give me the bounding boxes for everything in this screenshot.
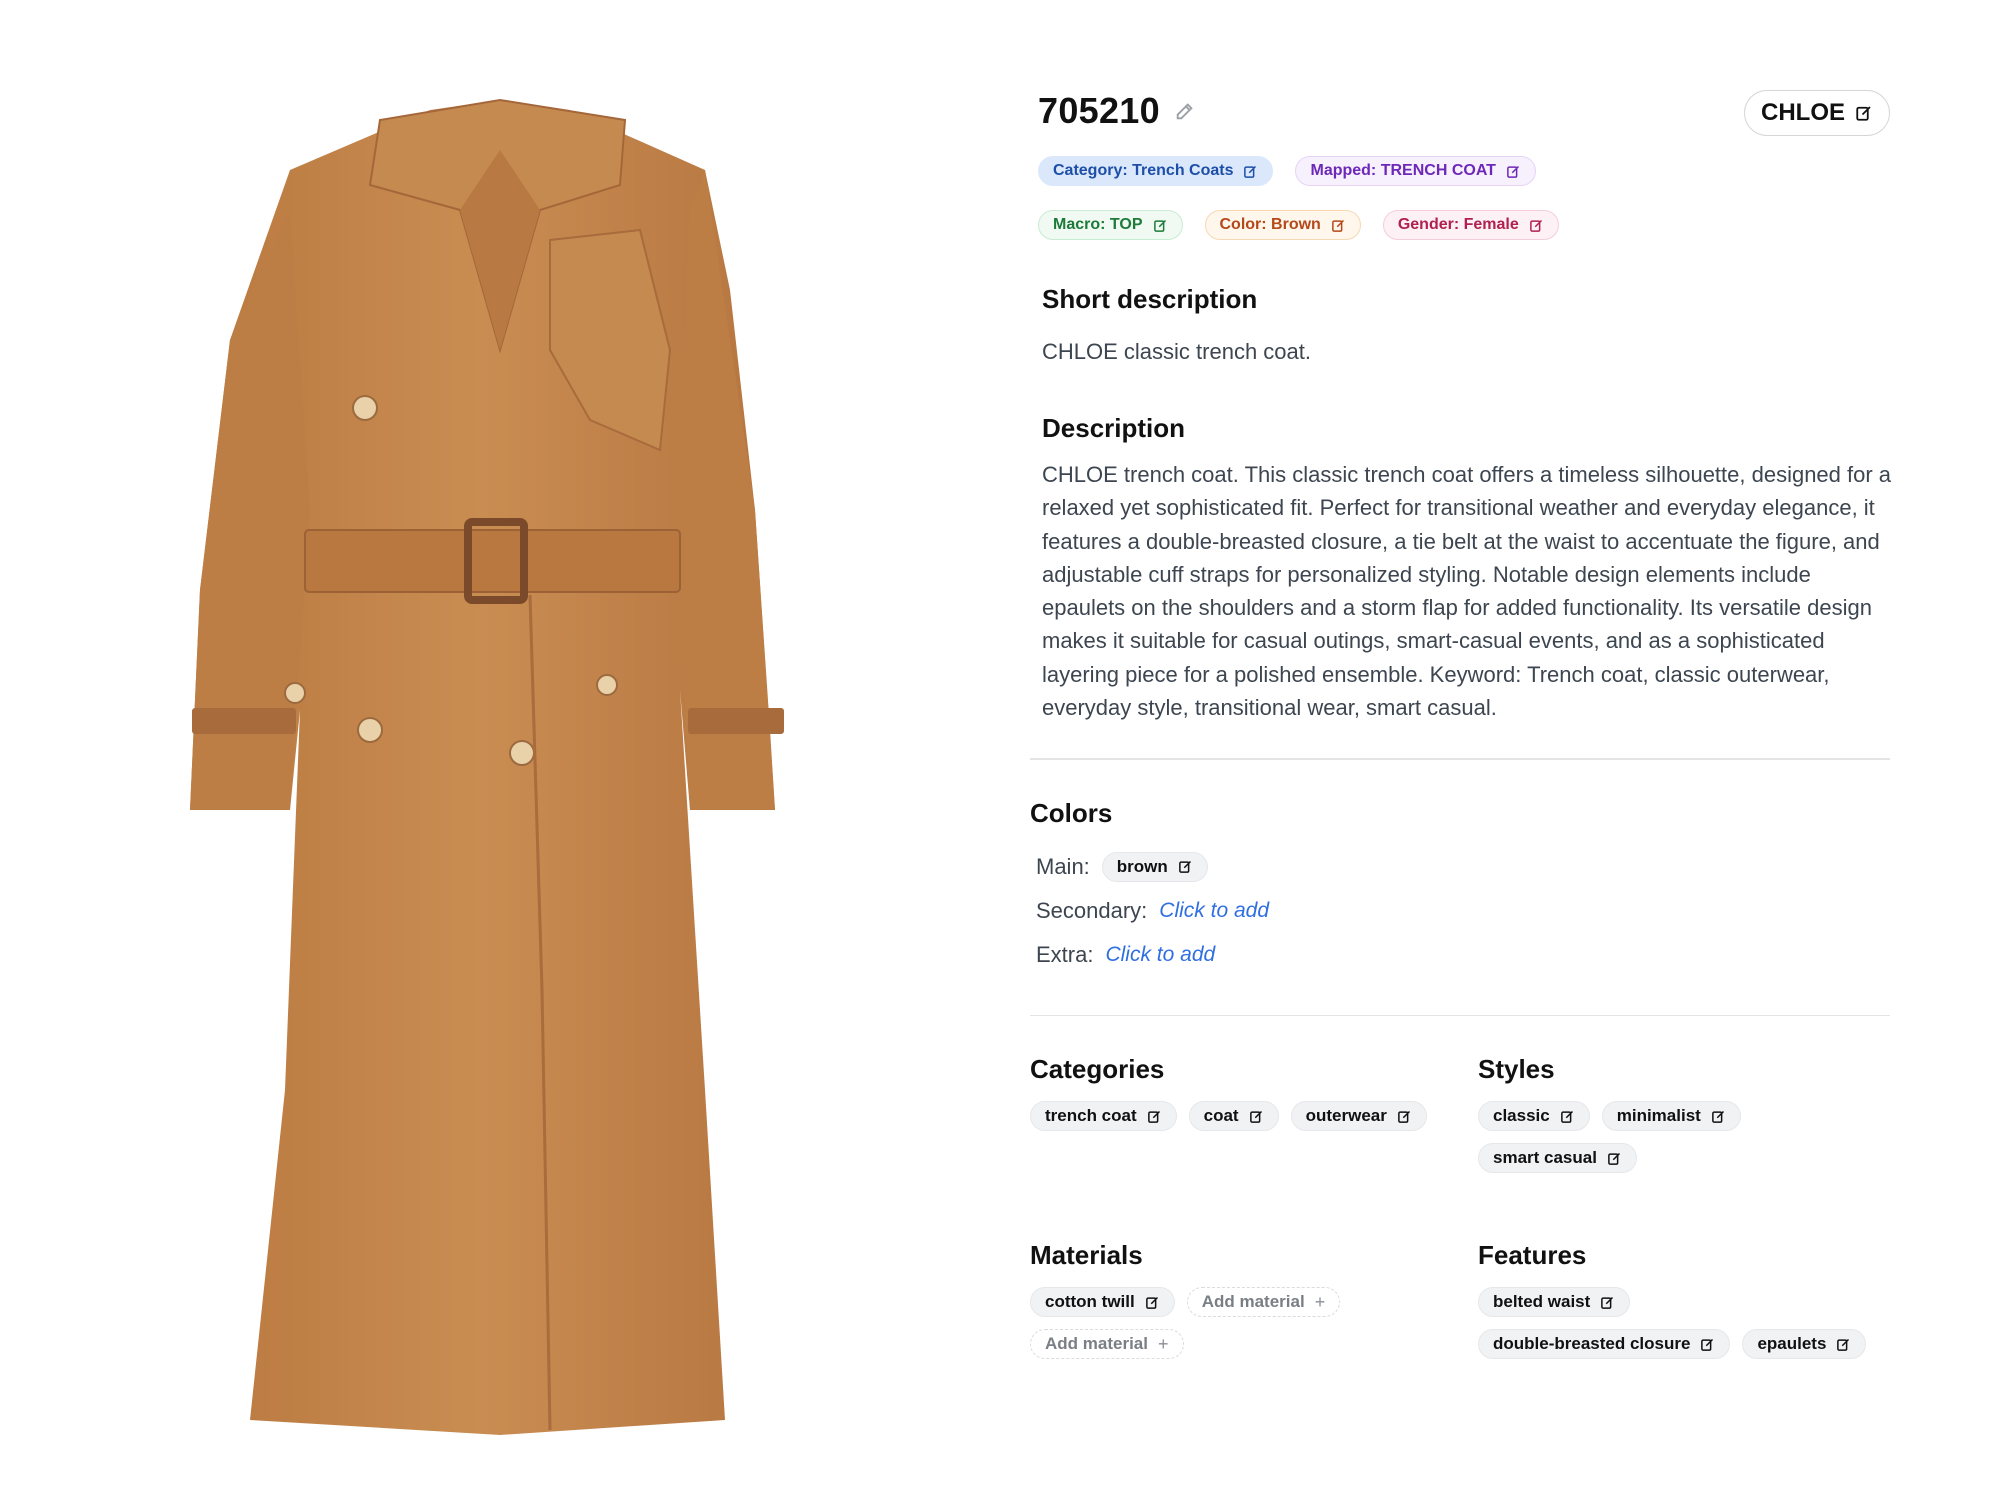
- tag-color[interactable]: Color: Brown: [1204, 210, 1361, 240]
- edit-icon[interactable]: [1560, 1109, 1575, 1124]
- tag-macro[interactable]: Macro: TOP: [1038, 210, 1183, 240]
- brand-name: CHLOE: [1761, 99, 1845, 126]
- tag-mapped[interactable]: Mapped: TRENCH COAT: [1295, 156, 1536, 186]
- tag-label: Gender: Female: [1397, 216, 1519, 233]
- category-chip[interactable]: coat: [1188, 1101, 1279, 1132]
- color-extra-label: Extra:: [1036, 941, 1094, 967]
- edit-icon[interactable]: [1397, 1109, 1412, 1124]
- tag-label: Macro: TOP: [1053, 216, 1143, 233]
- styles-section: Styles classic minimalist smart casual: [1478, 1016, 1918, 1174]
- edit-icon[interactable]: [1700, 1337, 1715, 1352]
- edit-icon[interactable]: [1607, 1151, 1622, 1166]
- chip-label: trench coat: [1045, 1106, 1137, 1126]
- edit-icon[interactable]: [1249, 1109, 1264, 1124]
- materials-title: Materials: [1030, 1240, 1143, 1271]
- features-section: Features belted waist double-breasted cl…: [1478, 1202, 1918, 1360]
- tag-gender[interactable]: Gender: Female: [1382, 210, 1559, 240]
- style-chip[interactable]: classic: [1478, 1101, 1590, 1132]
- edit-icon[interactable]: [1331, 218, 1346, 233]
- product-header: 705210 CHLOE: [1030, 80, 1890, 144]
- edit-icon[interactable]: [1529, 218, 1544, 233]
- color-main-row: Main: brown: [1036, 849, 1890, 885]
- edit-icon[interactable]: [1153, 218, 1168, 233]
- brand-badge[interactable]: CHLOE: [1744, 90, 1890, 136]
- add-material-button[interactable]: Add material +: [1030, 1329, 1184, 1360]
- style-chip[interactable]: minimalist: [1601, 1101, 1741, 1132]
- tag-row-2: Macro: TOP Color: Brown Gender: Female: [1038, 210, 1890, 240]
- chip-label: brown: [1116, 856, 1168, 876]
- chip-label: smart casual: [1493, 1148, 1597, 1168]
- chip-label: coat: [1203, 1106, 1239, 1126]
- tag-label: Mapped: TRENCH COAT: [1310, 162, 1496, 179]
- add-material-label: Add material: [1201, 1292, 1305, 1312]
- plus-icon: +: [1157, 1333, 1169, 1354]
- edit-icon[interactable]: [1600, 1295, 1615, 1310]
- tag-category[interactable]: Category: Trench Coats: [1038, 156, 1274, 186]
- edit-icon[interactable]: [1147, 1109, 1162, 1124]
- colors-section: Colors Main: brown Secondary: Click to a…: [1030, 798, 1890, 973]
- edit-icon[interactable]: [1145, 1295, 1160, 1310]
- edit-icon[interactable]: [1174, 100, 1196, 122]
- styles-chips: classic minimalist smart casual: [1478, 1101, 1778, 1174]
- feature-chip[interactable]: belted waist: [1478, 1287, 1631, 1318]
- product-details-panel: 705210 CHLOE Category: Trench Coats Mapp…: [1030, 80, 1892, 1360]
- categories-chips: trench coat coat outerwear: [1030, 1101, 1470, 1132]
- divider: [1030, 758, 1890, 760]
- features-title: Features: [1478, 1240, 1587, 1271]
- tag-label: Color: Brown: [1219, 216, 1321, 233]
- chip-label: minimalist: [1616, 1106, 1701, 1126]
- chip-label: double-breasted closure: [1493, 1334, 1691, 1354]
- materials-section: Materials cotton twill Add material + Add…: [1030, 1202, 1470, 1360]
- chip-label: cotton twill: [1045, 1292, 1135, 1312]
- color-main-label: Main:: [1036, 853, 1090, 879]
- edit-icon[interactable]: [1243, 164, 1258, 179]
- chip-label: epaulets: [1757, 1334, 1827, 1354]
- color-secondary-row: Secondary: Click to add: [1036, 893, 1890, 929]
- edit-icon[interactable]: [1506, 164, 1521, 179]
- color-extra-row: Extra: Click to add: [1036, 937, 1890, 973]
- tag-row-1: Category: Trench Coats Mapped: TRENCH CO…: [1038, 156, 1890, 186]
- styles-title: Styles: [1478, 1054, 1555, 1085]
- color-secondary-label: Secondary:: [1036, 897, 1148, 923]
- feature-chip[interactable]: epaulets: [1742, 1329, 1867, 1360]
- attributes-grid: Categories trench coat coat outerwear St…: [1030, 1016, 1890, 1360]
- add-material-label: Add material: [1045, 1334, 1148, 1354]
- description-text[interactable]: CHLOE trench coat. This classic trench c…: [1042, 458, 1892, 724]
- materials-chips: cotton twill Add material + Add material +: [1030, 1287, 1360, 1360]
- categories-title: Categories: [1030, 1054, 1165, 1085]
- description-section: Description CHLOE trench coat. This clas…: [1042, 413, 1892, 724]
- categories-section: Categories trench coat coat outerwear: [1030, 1016, 1470, 1132]
- add-material-button[interactable]: Add material +: [1186, 1287, 1341, 1318]
- short-description-title: Short description: [1042, 284, 1258, 314]
- sku-text: 705210: [1038, 90, 1160, 131]
- edit-icon[interactable]: [1178, 859, 1193, 874]
- short-description-section: Short description CHLOE classic trench c…: [1042, 284, 1890, 369]
- add-secondary-color-link[interactable]: Click to add: [1159, 899, 1269, 923]
- chip-label: classic: [1493, 1106, 1550, 1126]
- feature-chip[interactable]: double-breasted closure: [1478, 1329, 1731, 1360]
- plus-icon: +: [1314, 1291, 1326, 1312]
- description-title: Description: [1042, 413, 1186, 443]
- category-chip[interactable]: trench coat: [1030, 1101, 1177, 1132]
- features-chips: belted waist double-breasted closure epa…: [1478, 1287, 1898, 1360]
- material-chip[interactable]: cotton twill: [1030, 1287, 1175, 1318]
- edit-icon[interactable]: [1855, 104, 1873, 122]
- tag-label: Category: Trench Coats: [1053, 162, 1234, 179]
- category-chip[interactable]: outerwear: [1290, 1101, 1427, 1132]
- add-extra-color-link[interactable]: Click to add: [1105, 943, 1215, 967]
- product-image: [170, 90, 810, 1460]
- edit-icon[interactable]: [1711, 1109, 1726, 1124]
- chip-wrap-spacer: [1642, 1287, 1842, 1317]
- product-sku[interactable]: 705210: [1038, 90, 1196, 132]
- style-chip[interactable]: smart casual: [1478, 1143, 1637, 1174]
- chip-label: outerwear: [1305, 1106, 1387, 1126]
- color-main-chip[interactable]: brown: [1101, 851, 1208, 882]
- chip-label: belted waist: [1493, 1292, 1591, 1312]
- colors-title: Colors: [1030, 797, 1113, 828]
- short-description-text[interactable]: CHLOE classic trench coat.: [1042, 335, 1890, 369]
- edit-icon[interactable]: [1836, 1337, 1851, 1352]
